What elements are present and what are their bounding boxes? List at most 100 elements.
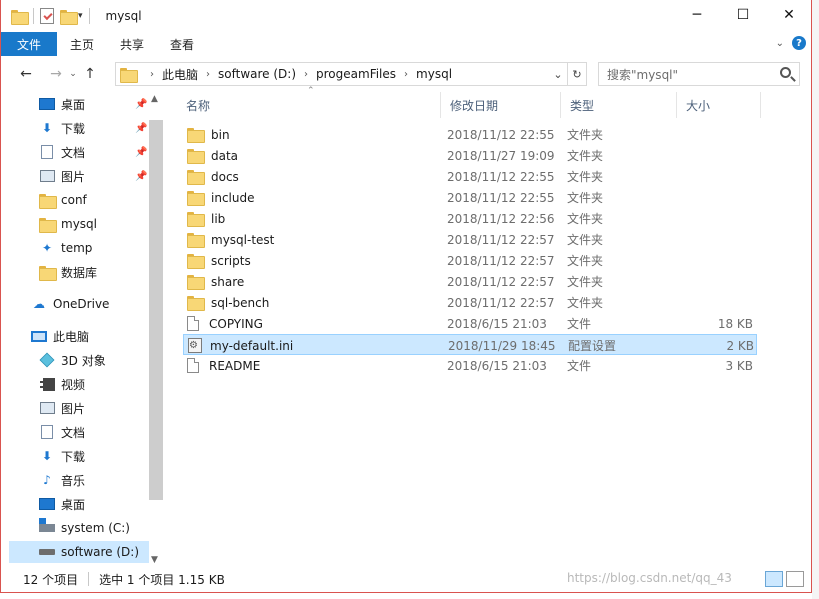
column-header-date[interactable]: 修改日期 [441,92,561,118]
recent-locations-icon[interactable]: ⌄ [67,69,79,79]
new-folder-icon[interactable] [60,9,78,25]
nav-item-system-c[interactable]: system (C:) [39,517,163,539]
chevron-right-icon[interactable]: › [404,69,408,80]
table-row[interactable]: bin 2018/11/12 22:55 文件夹 [183,124,757,145]
breadcrumb-software-d[interactable]: software (D:) [218,67,296,81]
expand-ribbon-icon[interactable]: ⌄ [776,38,784,49]
breadcrumb-mysql[interactable]: mysql [416,67,452,81]
folder-icon [11,9,29,25]
table-row[interactable]: share 2018/11/12 22:57 文件夹 [183,271,757,292]
maximize-button[interactable]: ☐ [720,0,766,30]
tab-home[interactable]: 主页 [57,32,107,56]
table-row[interactable]: data 2018/11/27 19:09 文件夹 [183,145,757,166]
breadcrumb-this-pc[interactable]: 此电脑 [162,66,198,83]
customize-dropdown-icon[interactable]: ▾ [78,11,83,21]
tab-file[interactable]: 文件 [1,32,58,56]
back-button[interactable]: ← [15,66,37,82]
file-name-cell: COPYING [187,313,263,334]
nav-item-desktop[interactable]: 桌面 [39,493,163,515]
file-name-cell: data [187,145,238,166]
scrollbar-thumb[interactable] [149,120,163,500]
details-view-icon[interactable] [765,571,783,587]
nav-item-desktop-pinned[interactable]: 桌面 📌 [39,93,163,115]
nav-item-3d-objects[interactable]: 3D 对象 [39,349,163,371]
window-title: mysql [105,9,142,23]
table-row[interactable]: scripts 2018/11/12 22:57 文件夹 [183,250,757,271]
folder-icon [120,67,138,83]
cloud-icon: ☁ [33,297,45,311]
file-size [673,166,753,187]
help-icon[interactable]: ? [792,36,806,50]
column-header-type[interactable]: 类型 [561,92,677,118]
explorer-window: ▾ mysql ─ ☐ ✕ 文件 主页 共享 查看 ⌄ ? ← → ⌄ ↑ › [0,0,812,593]
nav-scrollbar[interactable]: ▲ ▼ [148,92,164,567]
nav-item-label: mysql [61,217,97,231]
properties-icon[interactable] [40,8,54,24]
nav-item-temp[interactable]: ✦ temp [39,237,163,259]
nav-item-conf[interactable]: conf [39,189,163,211]
chevron-right-icon[interactable]: › [304,69,308,80]
large-icons-view-icon[interactable] [786,571,804,587]
nav-item-database[interactable]: 数据库 [39,261,163,283]
scroll-up-icon[interactable]: ▲ [151,94,158,104]
search-icon[interactable] [780,67,791,78]
nav-item-documents-pinned[interactable]: 文档 📌 [39,141,163,163]
breadcrumb-progeamfiles[interactable]: progeamFiles [316,67,396,81]
nav-item-downloads[interactable]: ⬇ 下载 [39,445,163,467]
column-header-size[interactable]: 大小 [677,92,761,118]
table-row[interactable]: mysql-test 2018/11/12 22:57 文件夹 [183,229,757,250]
chevron-right-icon[interactable]: › [206,69,210,80]
nav-item-label: 文档 [61,145,86,160]
file-name: my-default.ini [210,338,294,353]
nav-item-music[interactable]: ♪ 音乐 [39,469,163,491]
file-date: 2018/11/12 22:55 [447,169,555,184]
nav-item-videos[interactable]: 视频 [39,373,163,395]
nav-item-onedrive[interactable]: ☁ OneDrive [31,293,163,315]
file-size [673,250,753,271]
file-size [673,292,753,313]
file-name-cell: lib [187,208,225,229]
column-header-name[interactable]: 名称 [177,92,441,118]
search-input[interactable]: 搜索"mysql" [598,62,800,86]
scroll-down-icon[interactable]: ▼ [151,555,158,565]
table-row[interactable]: docs 2018/11/12 22:55 文件夹 [183,166,757,187]
watermark: https://blog.csdn.net/qq_43 [567,571,732,585]
nav-item-mysql[interactable]: mysql [39,213,163,235]
tab-share[interactable]: 共享 [107,32,157,56]
table-row[interactable]: lib 2018/11/12 22:56 文件夹 [183,208,757,229]
up-button[interactable]: ↑ [79,66,101,82]
nav-item-documents[interactable]: 文档 [39,421,163,443]
forward-button[interactable]: → [45,66,67,82]
chevron-right-icon[interactable]: › [150,69,154,80]
selection-info: 选中 1 个项目 1.15 KB [99,572,225,587]
folder-icon [187,170,205,185]
nav-item-label: 图片 [61,401,86,416]
table-row[interactable]: sql-bench 2018/11/12 22:57 文件夹 [183,292,757,313]
minimize-button[interactable]: ─ [674,0,720,30]
nav-item-label: system (C:) [61,521,130,535]
nav-item-pictures[interactable]: 图片 [39,397,163,419]
nav-item-downloads-pinned[interactable]: ⬇ 下载 📌 [39,117,163,139]
table-row[interactable]: my-default.ini 2018/11/29 18:45 配置设置 2 KB [183,334,757,355]
address-bar[interactable]: › 此电脑 › software (D:) › progeamFiles › m… [115,62,587,86]
close-button[interactable]: ✕ [766,0,812,30]
tab-view[interactable]: 查看 [157,32,207,56]
file-date: 2018/11/12 22:55 [447,127,555,142]
drive-icon [39,549,55,555]
ribbon-tabs: 文件 主页 共享 查看 ⌄ ? [1,32,812,56]
table-row[interactable]: include 2018/11/12 22:55 文件夹 [183,187,757,208]
nav-item-pictures-pinned[interactable]: 图片 📌 [39,165,163,187]
pictures-icon [39,170,55,182]
nav-item-software-d[interactable]: software (D:) [9,541,149,563]
file-size [673,145,753,166]
table-row[interactable]: COPYING 2018/6/15 21:03 文件 18 KB [183,313,757,334]
table-row[interactable]: README 2018/6/15 21:03 文件 3 KB [183,355,757,376]
refresh-icon[interactable]: ↻ [568,68,586,81]
nav-item-this-pc[interactable]: 此电脑 [31,325,163,347]
file-date: 2018/11/12 22:57 [447,253,555,268]
file-name-cell: include [187,187,254,208]
file-type: 文件 [567,317,592,331]
address-dropdown-icon[interactable]: ⌄ [549,68,567,81]
file-name-cell: share [187,271,244,292]
file-date: 2018/6/15 21:03 [447,316,547,331]
